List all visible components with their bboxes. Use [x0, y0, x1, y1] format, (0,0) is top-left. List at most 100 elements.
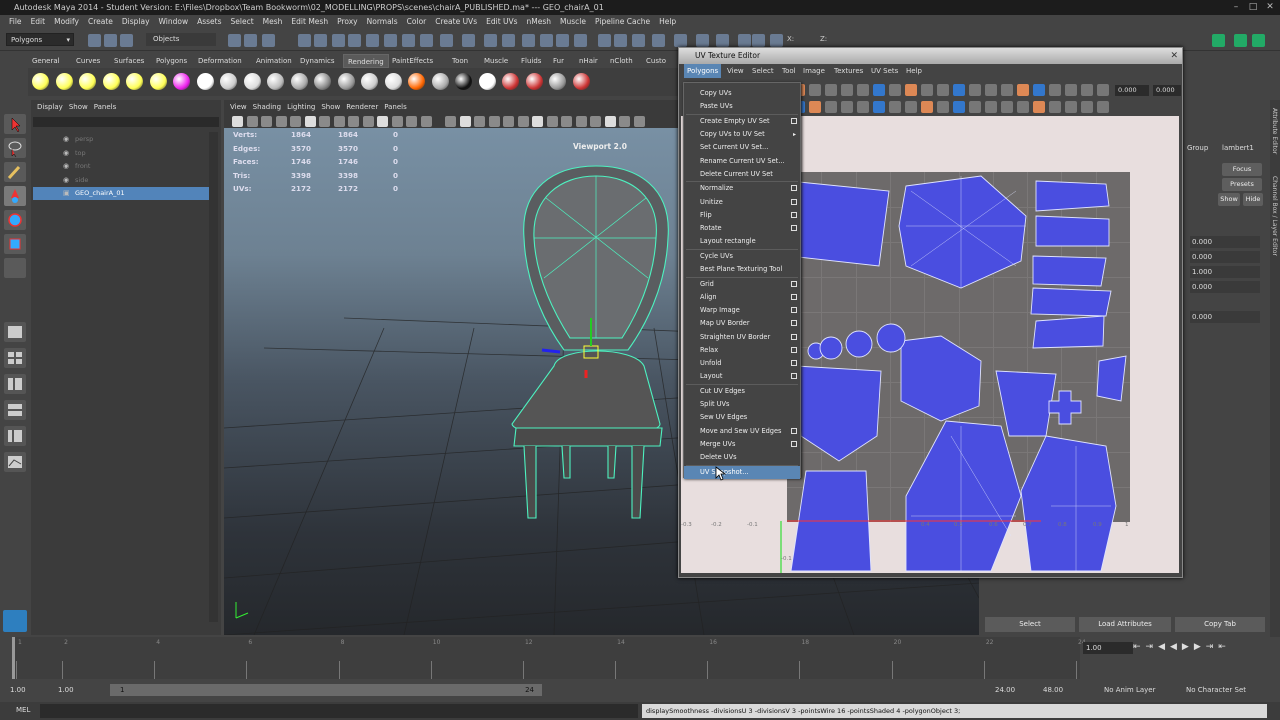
uv-menu-polygons[interactable]: Polygons	[684, 64, 722, 78]
menu-item-best-plane-texturing-tool[interactable]: Best Plane Texturing Tool	[684, 263, 800, 276]
menu-item-copy-uvs-to-uv-set[interactable]: Copy UVs to UV Set ▸	[684, 128, 800, 141]
status-tool-icon[interactable]	[120, 34, 133, 47]
uv-tool-icon[interactable]	[825, 84, 837, 96]
menu-file[interactable]: File	[9, 15, 22, 29]
playback-start-field[interactable]: 1.00	[58, 684, 98, 696]
uv-tool-icon[interactable]	[1081, 84, 1093, 96]
option-box-icon[interactable]	[791, 346, 797, 353]
uv-tool-icon[interactable]	[1097, 101, 1109, 113]
shelf-tab-toon[interactable]: Toon	[448, 54, 472, 68]
uv-tool-icon[interactable]	[1065, 101, 1077, 113]
shelf-tool-icon[interactable]	[361, 73, 378, 90]
presets-button[interactable]: Presets	[1222, 178, 1262, 191]
menu-item-align[interactable]: Align	[684, 291, 800, 304]
option-box-icon[interactable]	[791, 427, 797, 434]
menu-item-cut-uv-edges[interactable]: Cut UV Edges	[684, 385, 800, 398]
uv-tool-icon[interactable]	[1001, 84, 1013, 96]
playback-end-field[interactable]: 24.00	[995, 684, 1035, 696]
status-tool-icon[interactable]	[752, 34, 765, 47]
shelf-tab-surfaces[interactable]: Surfaces	[110, 54, 148, 68]
uv-menu-help[interactable]: Help	[903, 64, 925, 78]
option-box-icon[interactable]	[791, 333, 797, 340]
uv-menu-uv-sets[interactable]: UV Sets	[868, 64, 901, 78]
status-tool-icon[interactable]	[522, 34, 535, 47]
menu-item-layout[interactable]: Layout	[684, 370, 800, 383]
status-tool-icon[interactable]	[88, 34, 101, 47]
layout-side-icon[interactable]	[4, 374, 26, 394]
menu-help[interactable]: Help	[659, 15, 676, 29]
viewport-menu-show[interactable]: Show	[321, 100, 340, 114]
shelf-tool-icon[interactable]	[102, 73, 120, 90]
menu-display[interactable]: Display	[122, 15, 150, 29]
status-tool-icon[interactable]	[632, 34, 645, 47]
shelf-tab-curves[interactable]: Curves	[72, 54, 104, 68]
menu-item-copy-uvs[interactable]: Copy UVs	[684, 87, 800, 100]
attr-value-1[interactable]: 0.000	[1190, 236, 1260, 248]
status-tool-icon[interactable]	[402, 34, 415, 47]
scale-tool-icon[interactable]	[4, 234, 26, 254]
minimize-icon[interactable]: –	[1228, 2, 1244, 12]
uv-u-field[interactable]: 0.000	[1115, 85, 1149, 96]
menu-normals[interactable]: Normals	[367, 15, 398, 29]
shelf-tool-icon[interactable]	[32, 73, 49, 90]
menu-item-straighten-uv-border[interactable]: Straighten UV Border	[684, 331, 800, 344]
uv-tool-icon[interactable]	[985, 101, 997, 113]
anim-layer-select[interactable]: No Anim Layer	[1104, 684, 1179, 696]
outliner-filter-field[interactable]	[33, 117, 219, 127]
uv-tool-icon[interactable]	[857, 101, 869, 113]
load-attributes-button[interactable]: Load Attributes	[1079, 617, 1171, 632]
status-tool-icon[interactable]	[652, 34, 665, 47]
viewport-tool-icon[interactable]	[459, 116, 471, 127]
menu-proxy[interactable]: Proxy	[337, 15, 358, 29]
option-box-icon[interactable]	[791, 225, 797, 231]
uv-tool-icon[interactable]	[969, 84, 981, 96]
menu-pipeline-cache[interactable]: Pipeline Cache	[595, 15, 650, 29]
viewport-tool-icon[interactable]	[633, 116, 645, 127]
shelf-tab-muscle[interactable]: Muscle	[480, 54, 512, 68]
viewport-menu-panels[interactable]: Panels	[384, 100, 407, 114]
lasso-tool-icon[interactable]	[4, 138, 26, 158]
status-tool-icon[interactable]	[348, 34, 361, 47]
status-tool-icon[interactable]	[314, 34, 327, 47]
shelf-tool-icon[interactable]	[525, 73, 543, 90]
uv-tool-icon[interactable]	[953, 101, 965, 113]
shelf-tool-icon[interactable]	[149, 73, 167, 90]
uv-tool-icon[interactable]	[841, 101, 853, 113]
status-tool-icon[interactable]	[366, 34, 379, 47]
menu-item-warp-image[interactable]: Warp Image	[684, 304, 800, 317]
uv-menu-select[interactable]: Select	[749, 64, 777, 78]
status-tool-icon[interactable]	[440, 34, 453, 47]
rotate-tool-icon[interactable]	[4, 210, 26, 230]
status-tool-icon[interactable]	[104, 34, 117, 47]
command-input[interactable]	[40, 704, 638, 718]
focus-button[interactable]: Focus	[1222, 163, 1262, 176]
uv-tool-icon[interactable]	[825, 101, 837, 113]
status-tool-icon[interactable]	[420, 34, 433, 47]
status-tool-icon[interactable]	[1212, 34, 1225, 47]
menu-item-delete-uvs[interactable]: Delete UVs	[684, 451, 800, 464]
shelf-tool-icon[interactable]	[196, 73, 214, 90]
shelf-tool-icon[interactable]	[431, 73, 449, 90]
viewport-menu-renderer[interactable]: Renderer	[346, 100, 378, 114]
shelf-tab-fur[interactable]: Fur	[549, 54, 568, 68]
status-tool-icon[interactable]	[614, 34, 627, 47]
viewport-tool-icon[interactable]	[532, 116, 543, 127]
hide-button[interactable]: Hide	[1243, 193, 1263, 206]
current-frame-field[interactable]: 1.00	[1083, 642, 1133, 654]
menu-create-uvs[interactable]: Create UVs	[435, 15, 477, 29]
status-tool-icon[interactable]	[1234, 34, 1247, 47]
status-tool-icon[interactable]	[696, 34, 709, 47]
uv-menu-tool[interactable]: Tool	[779, 64, 799, 78]
uv-menu-image[interactable]: Image	[800, 64, 828, 78]
shelf-tab-dynamics[interactable]: Dynamics	[296, 54, 339, 68]
status-tool-icon[interactable]	[770, 34, 783, 47]
shelf-tool-icon[interactable]	[267, 73, 284, 90]
menu-item-normalize[interactable]: Normalize	[684, 182, 800, 195]
viewport-tool-icon[interactable]	[406, 116, 417, 127]
uv-tool-icon[interactable]	[889, 84, 901, 96]
channel-box-tab[interactable]: Channel Box / Layer Editor	[1271, 176, 1278, 256]
shelf-tab-fluids[interactable]: Fluids	[517, 54, 545, 68]
shelf-tab-deformation[interactable]: Deformation	[194, 54, 246, 68]
shelf-tab-animation[interactable]: Animation	[252, 54, 296, 68]
menu-item-paste-uvs[interactable]: Paste UVs	[684, 100, 800, 113]
